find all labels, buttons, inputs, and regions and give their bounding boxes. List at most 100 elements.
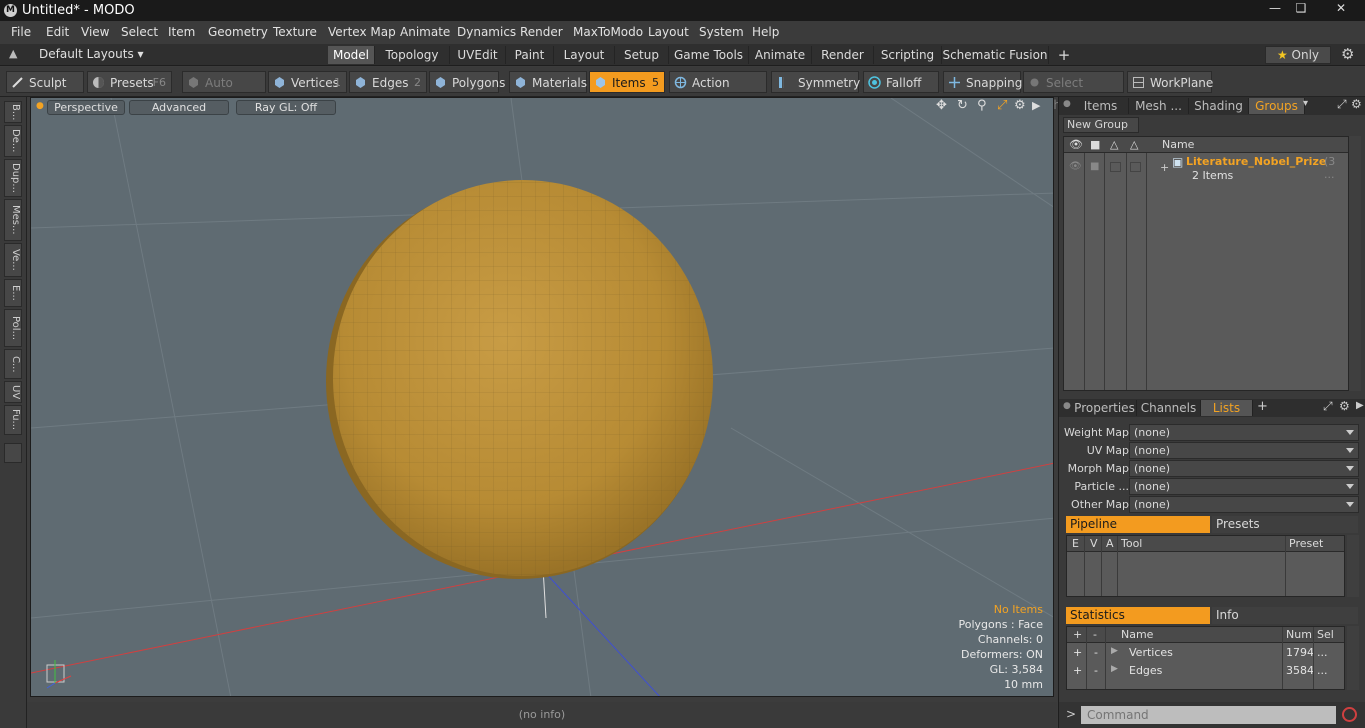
materials-button[interactable]: Materials (509, 71, 587, 93)
view-perspective-button[interactable]: Perspective (47, 100, 125, 115)
left-tab-more[interactable] (4, 443, 22, 463)
panel-expand-icon[interactable]: ⤢ (1337, 97, 1347, 112)
items-button[interactable]: Items 5 (589, 71, 665, 93)
table-row[interactable]: + - ▶ Vertices 1794 ... (1067, 646, 1344, 664)
panel-menu-dot-icon[interactable]: ● (1063, 401, 1071, 411)
tab-schematic-fusion[interactable]: Schematic Fusion (942, 46, 1049, 64)
tab-properties[interactable]: Properties (1073, 400, 1137, 416)
edges-button[interactable]: Edges 2 (349, 71, 427, 93)
tab-model[interactable]: Model (328, 46, 375, 64)
info-tab[interactable]: Info (1212, 607, 1358, 624)
statistics-scrollbar[interactable] (1347, 626, 1359, 690)
statistics-list[interactable]: + - Name Num Sel + - ▶ Vertices 1794 ...… (1066, 626, 1345, 690)
render-icon[interactable]: ■ (1090, 137, 1100, 153)
left-tab-uv[interactable]: UV (4, 381, 22, 403)
menu-dynamics[interactable]: Dynamics (457, 25, 516, 39)
panel-expand-icon[interactable]: ⤢ (1323, 399, 1333, 414)
pipeline-tab[interactable]: Pipeline (1066, 516, 1210, 533)
weight-map-select[interactable]: (none) (1129, 424, 1359, 441)
menu-item[interactable]: Item (168, 25, 195, 39)
gear-icon[interactable]: ⚙ (1341, 45, 1354, 63)
group-render-icon[interactable]: ■ (1090, 161, 1099, 172)
presets-button[interactable]: Presets F6 (87, 71, 172, 93)
select-icon[interactable]: △ (1130, 137, 1138, 153)
group-lock-checkbox[interactable] (1110, 162, 1121, 172)
tab-game-tools[interactable]: Game Tools (669, 46, 749, 64)
uv-map-select[interactable]: (none) (1129, 442, 1359, 459)
shading-advanced-button[interactable]: Advanced (129, 100, 229, 115)
auto-select-button[interactable]: Auto Select (182, 71, 266, 112)
tab-layout[interactable]: Layout (554, 46, 615, 64)
menu-system[interactable]: System (699, 25, 744, 39)
add-panel-tab-button[interactable]: + (1257, 399, 1268, 414)
close-icon[interactable]: ✕ (1330, 1, 1352, 19)
panel-menu-dot-icon[interactable]: ● (1063, 99, 1071, 109)
viewport-settings-icon[interactable]: ⚙ (1014, 98, 1026, 113)
viewport-menu-dot-icon[interactable]: ● (36, 101, 44, 111)
table-row[interactable]: + - ▶ Edges 3584 ... (1067, 664, 1344, 682)
tab-uvedit[interactable]: UVEdit (450, 46, 506, 64)
workplane-button[interactable]: WorkPlane (1127, 71, 1213, 93)
only-toggle[interactable]: ★ Only (1265, 46, 1331, 64)
tab-shading[interactable]: Shading (1189, 98, 1249, 114)
menu-view[interactable]: View (81, 25, 109, 39)
tab-scripting[interactable]: Scripting (874, 46, 942, 64)
presets-tab[interactable]: Presets (1212, 516, 1358, 533)
lock-icon[interactable]: △ (1110, 137, 1118, 153)
tab-animate[interactable]: Animate (749, 46, 812, 64)
stat-minus[interactable]: - (1094, 646, 1098, 659)
zoom-icon[interactable]: ⚲ (977, 98, 987, 113)
select-through-button[interactable]: Select Through (1023, 71, 1124, 112)
morph-map-select[interactable]: (none) (1129, 460, 1359, 477)
panel-settings-icon[interactable]: ⚙ (1339, 399, 1350, 413)
menu-render[interactable]: Render (520, 25, 563, 39)
menu-maxtomodo[interactable]: MaxToModo (573, 25, 643, 39)
left-tab-deform[interactable]: De... (4, 125, 22, 157)
stat-plus[interactable]: + (1073, 664, 1082, 677)
menu-edit[interactable]: Edit (46, 25, 69, 39)
3d-viewport[interactable]: ● Perspective Advanced Ray GL: Off ✥ ↻ ⚲… (30, 97, 1054, 697)
left-tab-vertex[interactable]: Ve... (4, 243, 22, 277)
symmetry-button[interactable]: Symmetry (771, 71, 860, 93)
pipeline-scrollbar[interactable] (1347, 535, 1359, 597)
menu-geometry[interactable]: Geometry (208, 25, 268, 39)
left-tab-polygon[interactable]: Pol... (4, 309, 22, 347)
menu-vertex-map[interactable]: Vertex Map (328, 25, 396, 39)
tab-mesh[interactable]: Mesh ... (1129, 98, 1189, 114)
tab-channels[interactable]: Channels (1137, 400, 1201, 416)
record-icon[interactable] (1342, 707, 1357, 722)
expand-triangle-icon[interactable]: ▶ (1111, 646, 1118, 656)
expand-triangle-icon[interactable]: ▶ (1111, 664, 1118, 674)
pipeline-list[interactable]: E V A Tool Preset (1066, 535, 1345, 597)
expand-plus-icon[interactable]: + (1160, 161, 1169, 174)
particle-select[interactable]: (none) (1129, 478, 1359, 495)
stat-sel[interactable]: ... (1317, 646, 1328, 659)
menu-animate[interactable]: Animate (400, 25, 450, 39)
visibility-eye-icon[interactable]: 👁 (1069, 137, 1083, 153)
tab-paint[interactable]: Paint (506, 46, 554, 64)
left-tab-duplicate[interactable]: Dup... (4, 159, 22, 197)
tab-setup[interactable]: Setup (615, 46, 669, 64)
minimize-icon[interactable]: — (1264, 1, 1286, 19)
group-select-checkbox[interactable] (1130, 162, 1141, 172)
panel-more-icon[interactable]: ▶ (1356, 400, 1364, 411)
action-center-button[interactable]: Action Center (669, 71, 767, 112)
tab-lists[interactable]: Lists (1201, 400, 1253, 416)
groups-list[interactable]: 👁 ■ △ △ Name 👁 ■ + ▣ Literature_Nobel_Pr… (1063, 136, 1349, 391)
maximize-icon[interactable]: ❑ (1290, 1, 1312, 19)
left-tab-curve[interactable]: C... (4, 349, 22, 379)
menu-layout[interactable]: Layout (648, 25, 689, 39)
pan-icon[interactable]: ✥ (936, 98, 947, 113)
other-map-select[interactable]: (none) (1129, 496, 1359, 513)
default-layouts-dropdown[interactable]: Default Layouts ▾ (39, 47, 144, 61)
tabs-dropdown-icon[interactable]: ▾ (1303, 98, 1308, 109)
stat-sel[interactable]: ... (1317, 664, 1328, 677)
menu-select[interactable]: Select (121, 25, 158, 39)
menu-texture[interactable]: Texture (273, 25, 317, 39)
vertices-button[interactable]: Vertices 1 (268, 71, 347, 93)
collapse-up-icon[interactable]: ▲ (9, 47, 17, 60)
menu-help[interactable]: Help (752, 25, 779, 39)
tab-topology[interactable]: Topology (375, 46, 450, 64)
tab-items[interactable]: Items (1073, 98, 1129, 114)
panel-settings-icon[interactable]: ⚙ (1351, 97, 1362, 111)
